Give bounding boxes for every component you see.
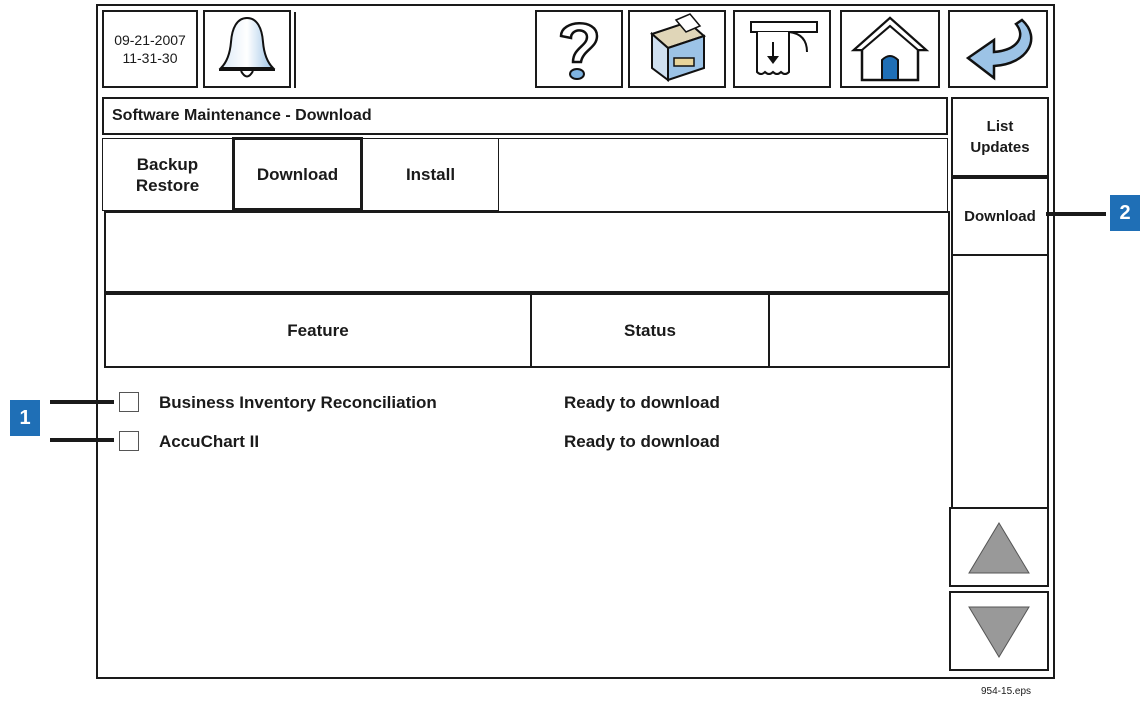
help-button[interactable] xyxy=(535,10,623,88)
datetime-display: 09-21-2007 11-31-30 xyxy=(102,10,198,88)
row-status: Ready to download xyxy=(564,393,720,412)
back-button[interactable] xyxy=(948,10,1048,88)
row-feature: Business Inventory Reconciliation xyxy=(159,393,437,412)
row-checkbox[interactable] xyxy=(119,431,139,451)
callout-1-leader-line xyxy=(50,438,114,442)
sidebar-empty xyxy=(951,256,1049,507)
alerts-button[interactable] xyxy=(203,10,291,88)
tab-backup-restore[interactable]: Backup Restore xyxy=(102,138,233,211)
row-status: Ready to download xyxy=(564,432,720,451)
message-area xyxy=(104,211,950,293)
receipt-button[interactable] xyxy=(733,10,831,88)
column-header-empty xyxy=(768,293,950,368)
home-icon xyxy=(850,16,930,82)
page-title: Software Maintenance - Download xyxy=(102,97,948,135)
row-feature: AccuChart II xyxy=(159,432,260,451)
up-arrow-icon xyxy=(968,522,1030,574)
toolbar-divider xyxy=(294,12,296,88)
date-text: 09-21-2007 xyxy=(114,32,186,48)
scroll-down-button[interactable] xyxy=(949,591,1049,671)
callout-1-badge: 1 xyxy=(10,400,40,436)
list-updates-button[interactable]: List Updates xyxy=(951,97,1049,177)
tab-strip-filler xyxy=(498,138,948,212)
callout-2-leader-line xyxy=(1046,212,1106,216)
callout-1-leader-line xyxy=(50,400,114,404)
home-button[interactable] xyxy=(840,10,940,88)
column-header-status: Status xyxy=(530,293,770,368)
time-text: 11-31-30 xyxy=(122,50,178,66)
bell-icon xyxy=(218,16,276,78)
column-header-feature: Feature xyxy=(104,293,532,368)
row-checkbox[interactable] xyxy=(119,392,139,412)
figure-label: 954-15.eps xyxy=(981,686,1032,697)
receipt-icon xyxy=(750,21,818,75)
printer-icon xyxy=(650,13,706,82)
back-icon xyxy=(965,18,1033,81)
printer-button[interactable] xyxy=(628,10,726,88)
scroll-up-button[interactable] xyxy=(949,507,1049,587)
download-side-button[interactable]: Download xyxy=(951,177,1049,256)
tab-install[interactable]: Install xyxy=(362,138,499,211)
down-arrow-icon xyxy=(968,606,1030,658)
tab-download[interactable]: Download xyxy=(232,137,363,211)
help-icon xyxy=(559,22,599,80)
callout-2-badge: 2 xyxy=(1110,195,1140,231)
